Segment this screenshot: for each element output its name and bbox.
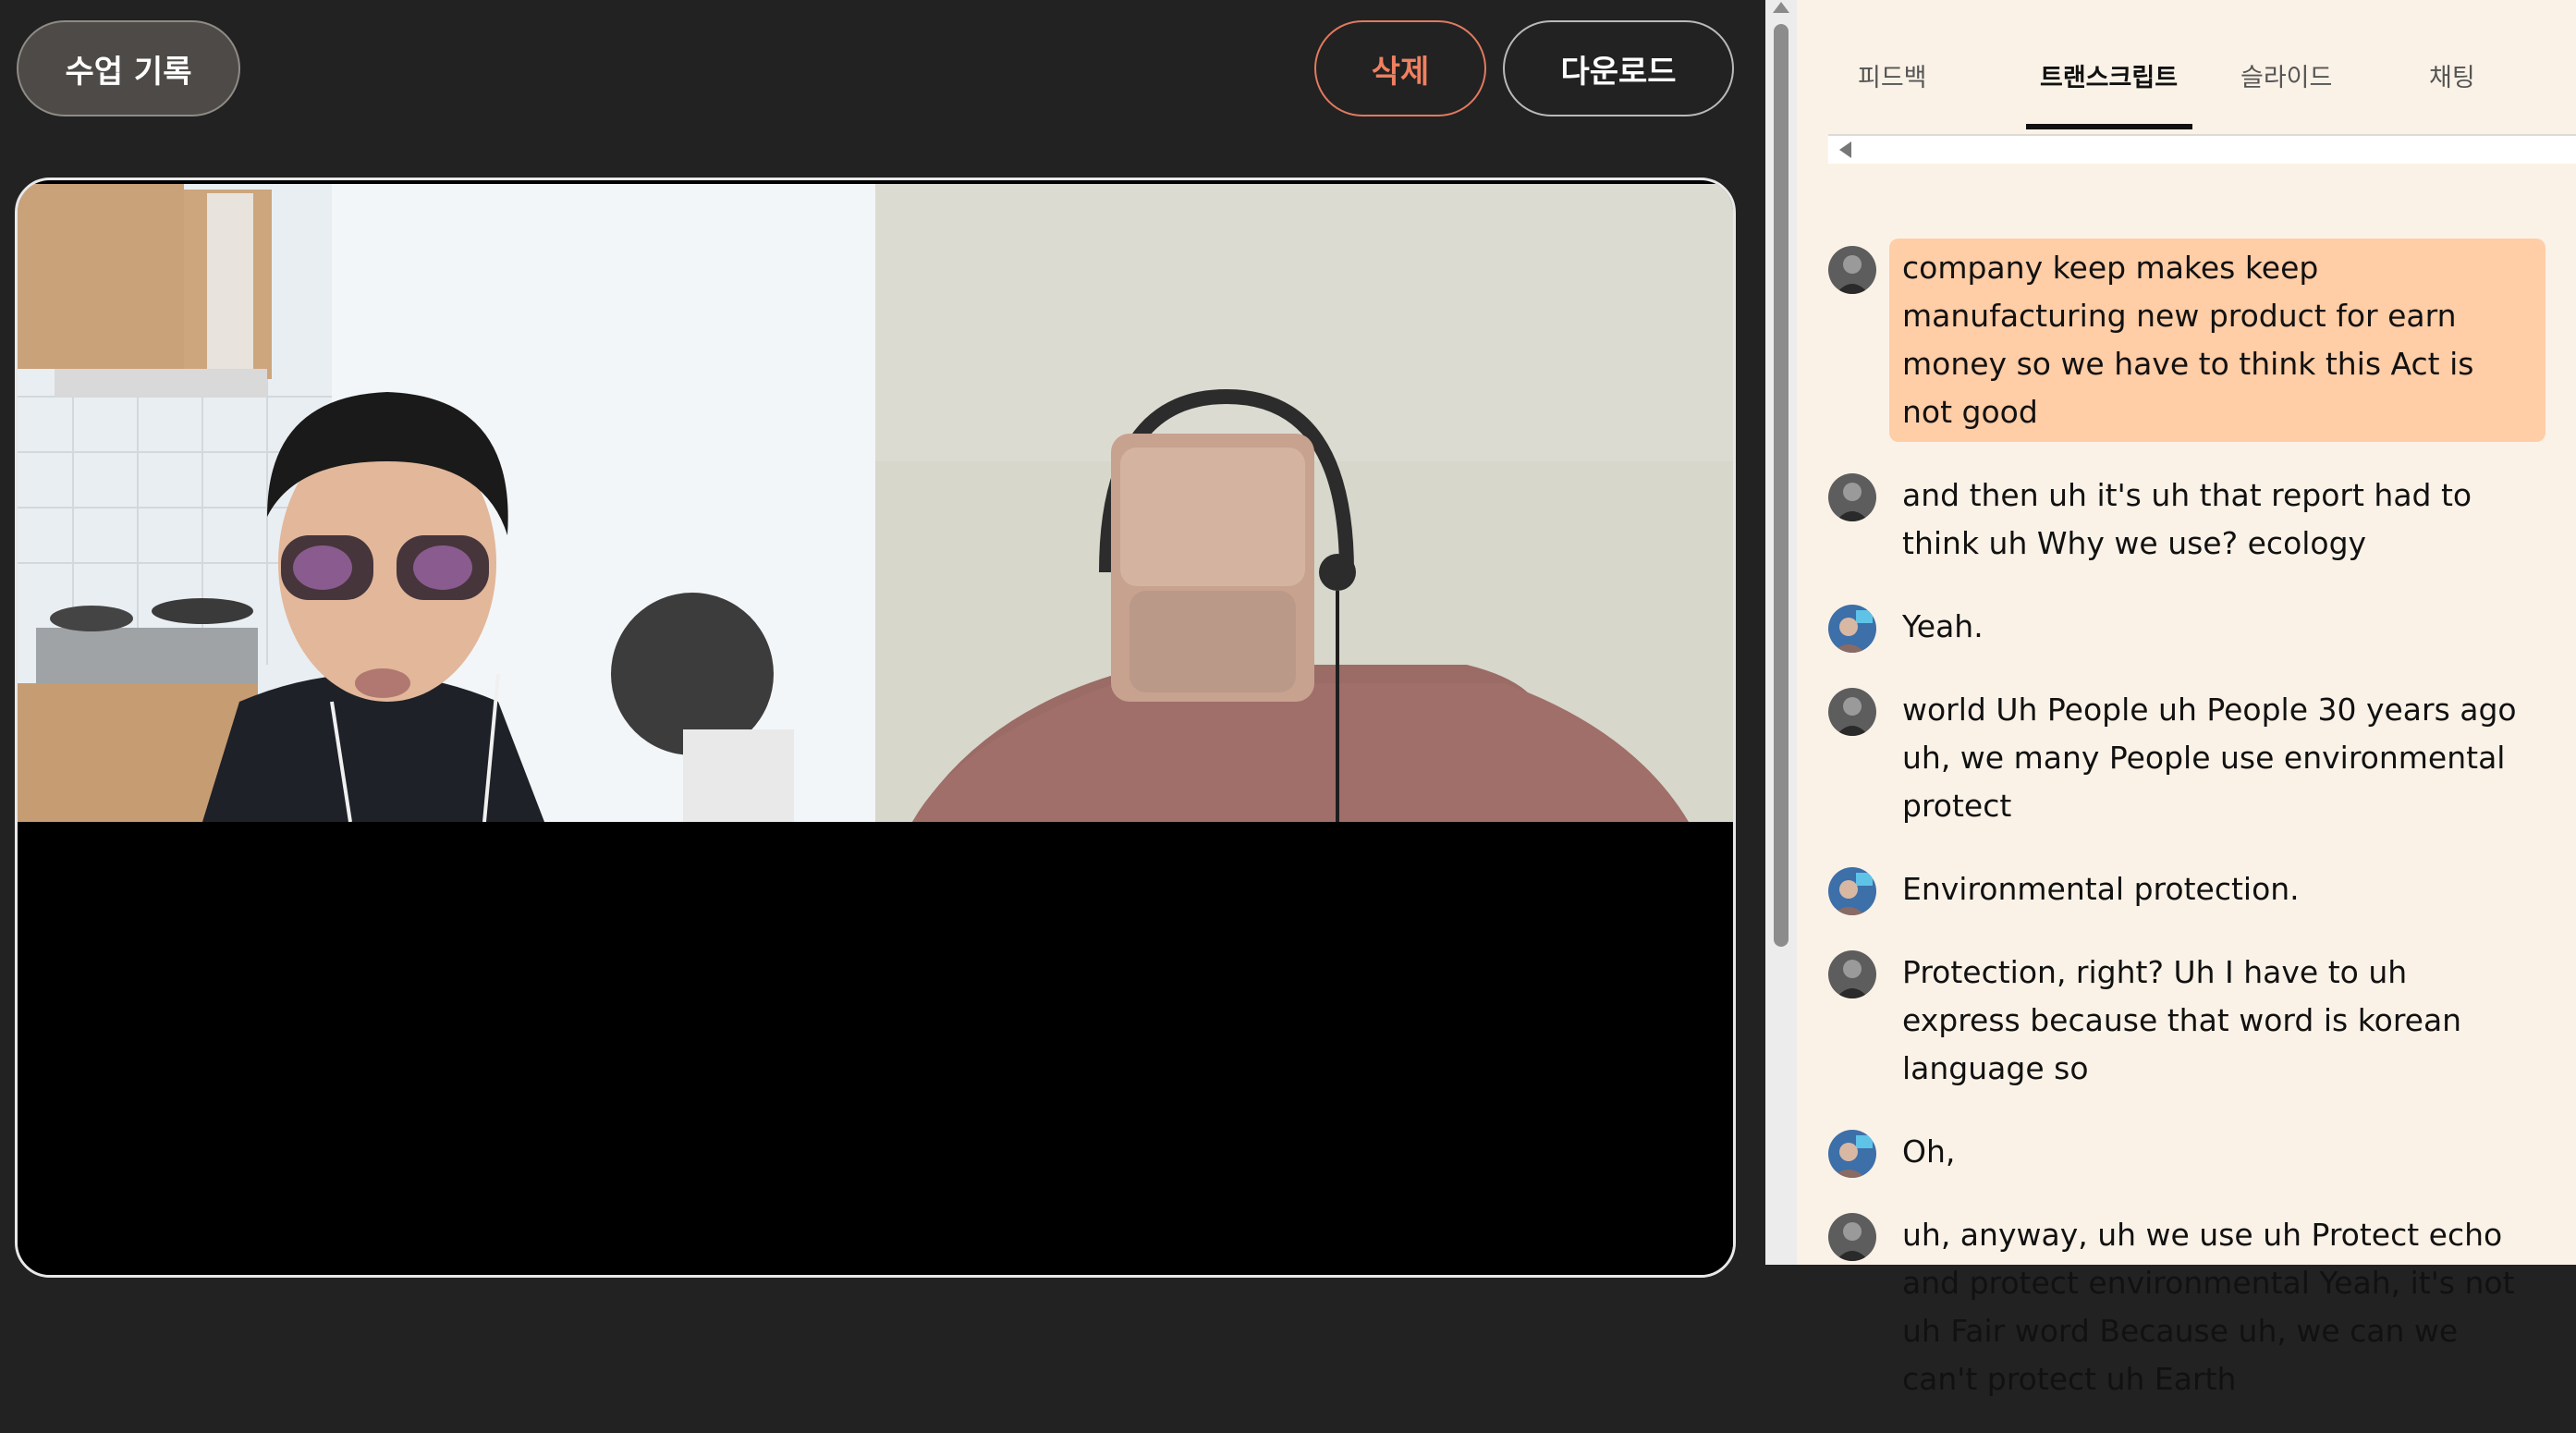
transcript-entry[interactable]: Oh, [1828, 1122, 2568, 1182]
student-avatar [1828, 1213, 1876, 1261]
transcript-text: and then uh it's uh that report had to t… [1902, 477, 2472, 561]
transcript-text: Protection, right? Uh I have to uh expre… [1902, 954, 2462, 1086]
horizontal-scrollbar[interactable] [1828, 136, 2576, 164]
tutor-video-tile [875, 184, 1733, 822]
video-pane: 수업 기록 삭제 다운로드 [0, 0, 1765, 1278]
active-tab-indicator [2026, 124, 2192, 129]
video-empty-area [18, 822, 1733, 1275]
transcript-entry[interactable]: uh, anyway, uh we use uh Protect echo an… [1828, 1206, 2568, 1409]
scroll-left-arrow-icon[interactable] [1839, 141, 1851, 158]
delete-button[interactable]: 삭제 [1314, 20, 1486, 116]
transcript-entry[interactable]: and then uh it's uh that report had to t… [1828, 466, 2568, 573]
tab-feedback[interactable]: 피드백 [1858, 57, 1927, 93]
student-video-tile [18, 184, 875, 822]
tab-chat[interactable]: 채팅 [2429, 57, 2475, 93]
student-avatar [1828, 688, 1876, 736]
student-avatar [1828, 246, 1876, 294]
transcript-entry[interactable]: Yeah. [1828, 597, 2568, 656]
vertical-scrollbar[interactable] [1765, 0, 1797, 1265]
transcript-entry[interactable]: world Uh People uh People 30 years ago u… [1828, 680, 2568, 836]
download-button[interactable]: 다운로드 [1503, 20, 1734, 116]
video-player[interactable] [15, 178, 1736, 1278]
transcript-text: Environmental protection. [1902, 871, 2300, 907]
transcript-entry[interactable]: Protection, right? Uh I have to uh expre… [1828, 943, 2568, 1098]
scrollbar-thumb[interactable] [1774, 24, 1789, 947]
tutor-avatar [1828, 867, 1876, 915]
transcript-text: world Uh People uh People 30 years ago u… [1902, 692, 2517, 824]
tutor-avatar [1828, 605, 1876, 653]
transcript-list: company keep makes keep manufacturing ne… [1828, 239, 2568, 1433]
transcript-entry[interactable]: company keep makes keep manufacturing ne… [1828, 239, 2568, 442]
tutor-avatar [1828, 1130, 1876, 1178]
tab-slides[interactable]: 슬라이드 [2240, 57, 2332, 93]
tab-transcript[interactable]: 트랜스크립트 [2040, 57, 2178, 93]
student-avatar [1828, 473, 1876, 521]
student-avatar [1828, 950, 1876, 998]
side-panel: 피드백 트랜스크립트 슬라이드 채팅 company keep makes ke… [1797, 0, 2576, 1397]
scroll-up-arrow-icon[interactable] [1773, 2, 1789, 13]
transcript-text: Oh, [1902, 1133, 1956, 1170]
transcript-text: Yeah. [1902, 608, 1984, 644]
transcript-text: company keep makes keep manufacturing ne… [1889, 239, 2545, 442]
transcript-text: uh, anyway, uh we use uh Protect echo an… [1902, 1217, 2515, 1397]
class-history-button[interactable]: 수업 기록 [17, 20, 240, 116]
transcript-entry[interactable]: Environmental protection. [1828, 860, 2568, 919]
tab-bar: 피드백 트랜스크립트 슬라이드 채팅 [1828, 0, 2576, 136]
